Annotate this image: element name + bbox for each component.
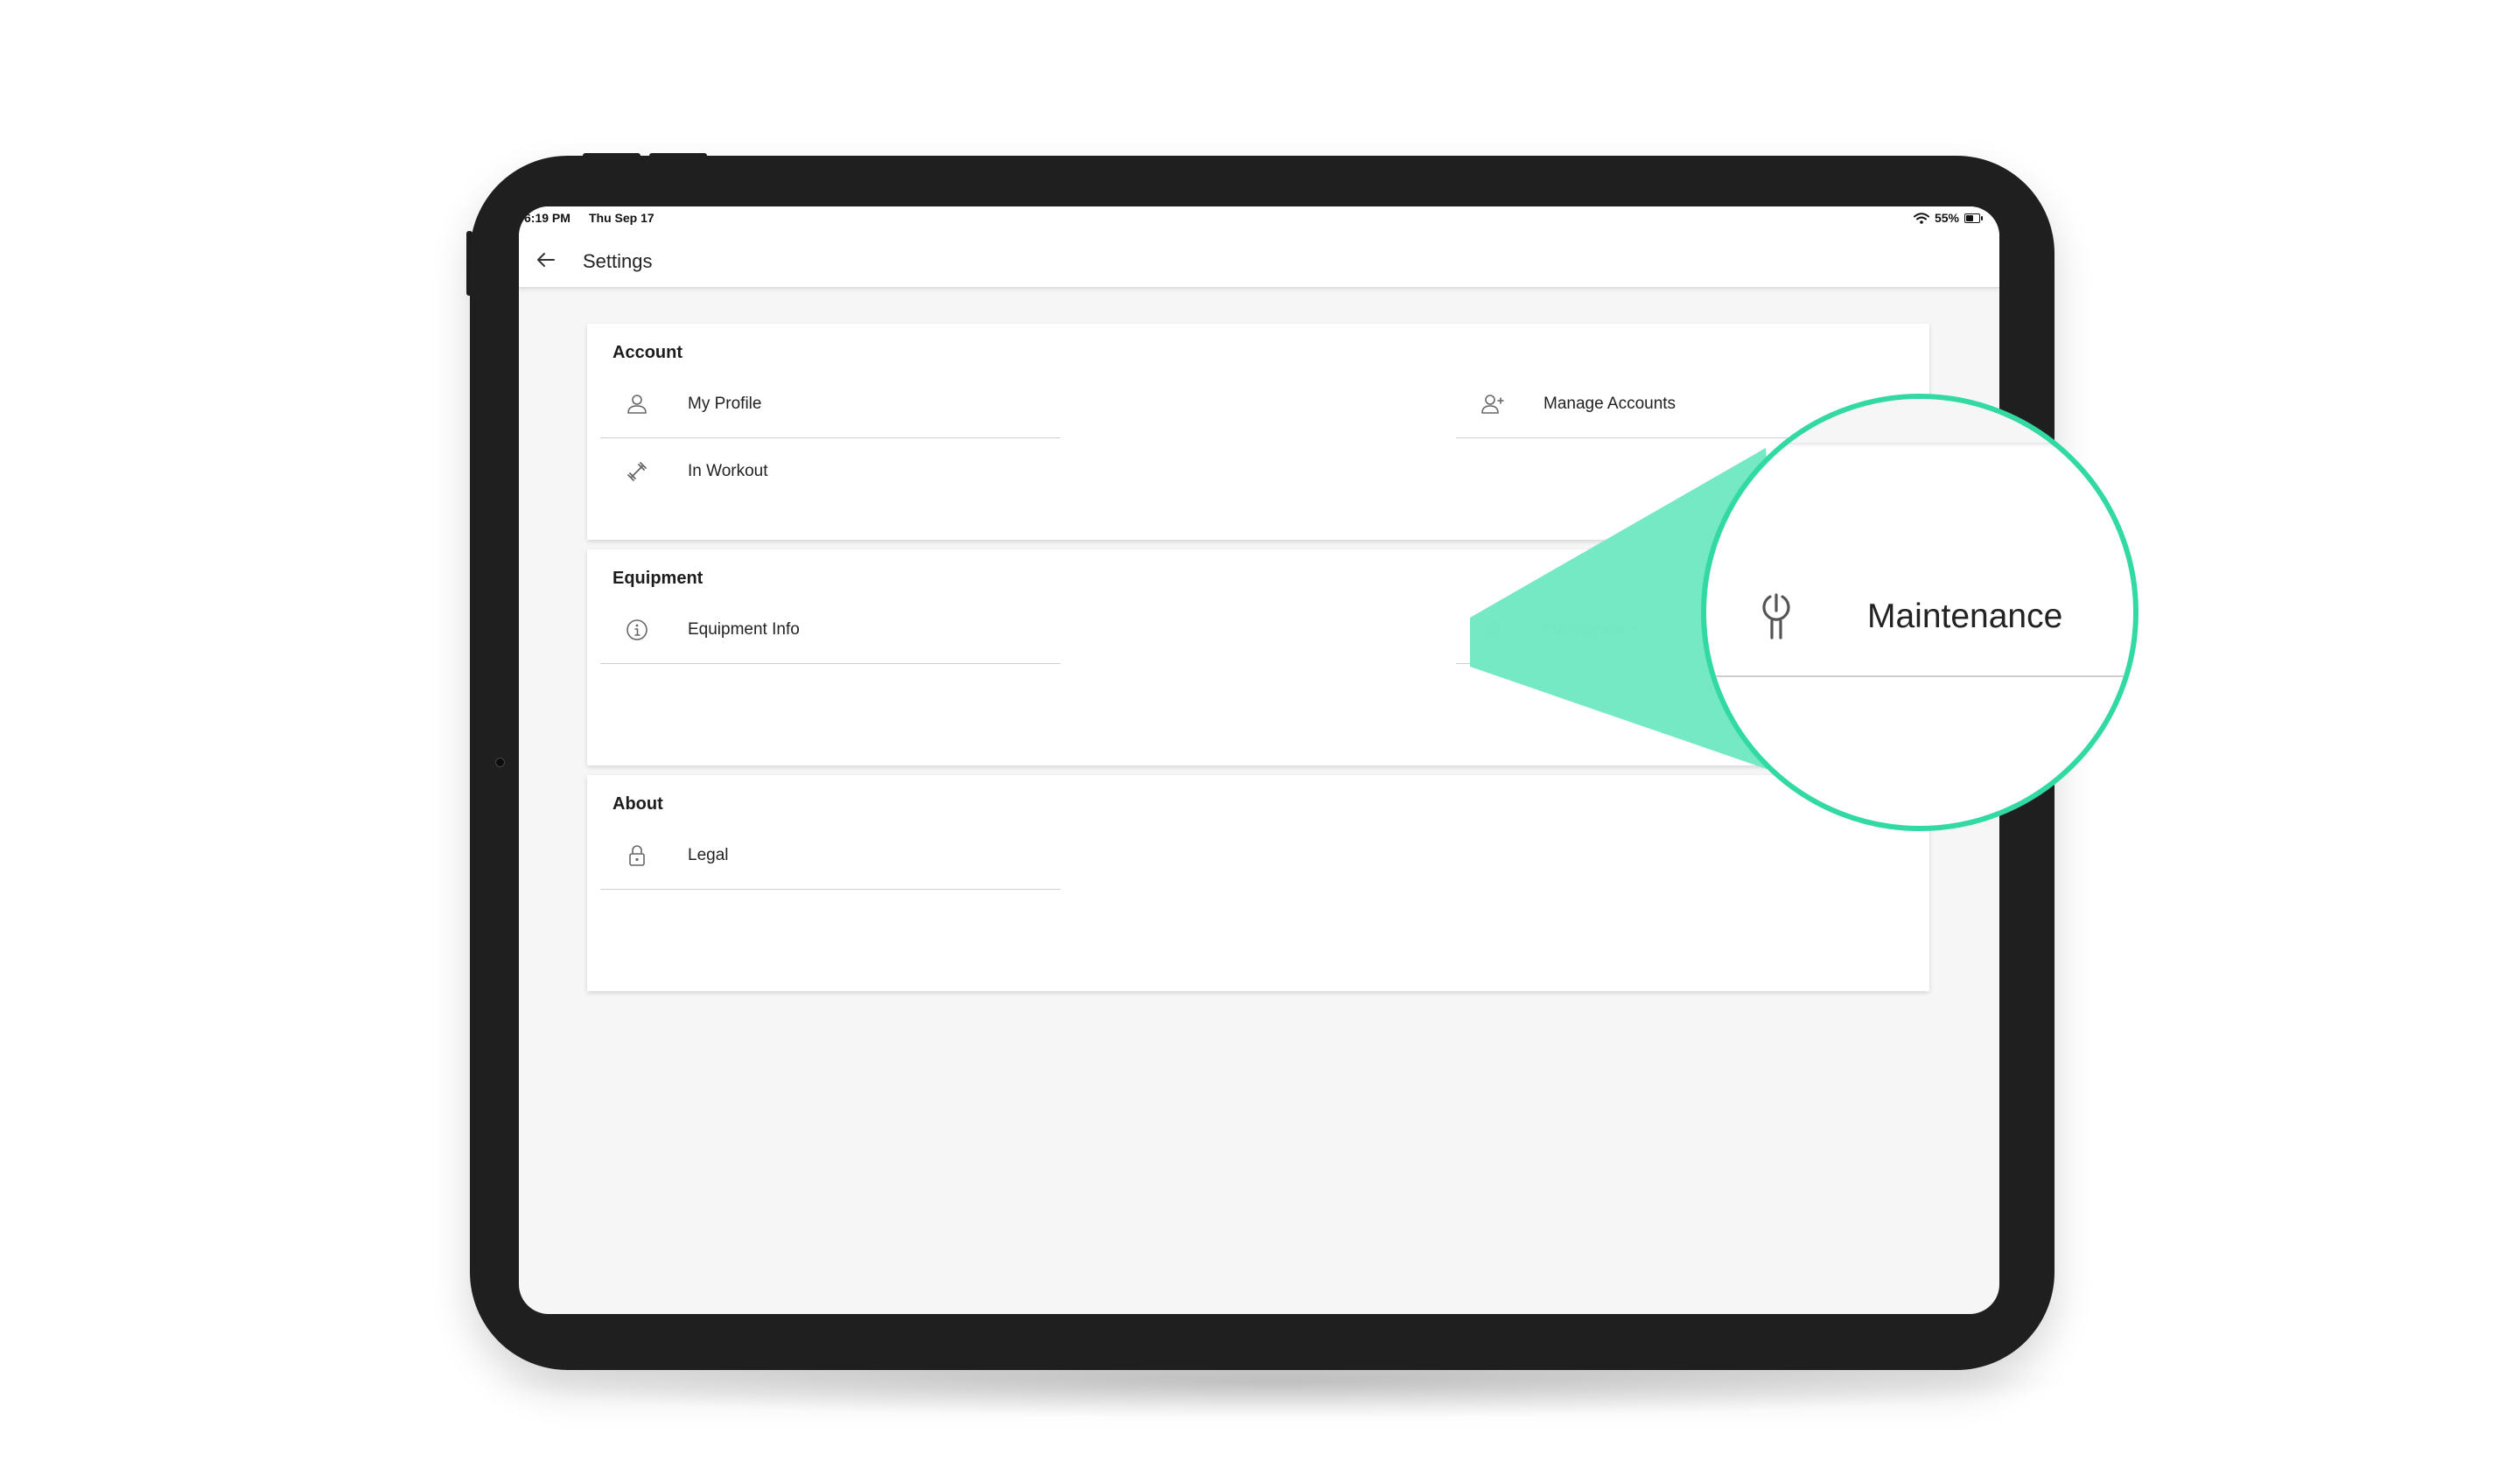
battery-percent: 55% [1934, 211, 1959, 225]
section-about: About Legal [587, 775, 1929, 991]
user-icon [627, 395, 647, 414]
zoom-magnifier: Maintenance [1701, 394, 2138, 831]
wrench-icon [1486, 619, 1500, 640]
battery-icon [1964, 213, 1983, 223]
zoom-background [1706, 399, 2133, 443]
status-time: 6:19 PM [524, 211, 570, 225]
info-icon [626, 619, 648, 640]
dumbbell-icon [627, 462, 647, 481]
settings-item-label: Equipment Info [688, 620, 800, 639]
settings-item-my-profile[interactable]: My Profile [600, 371, 1060, 438]
settings-item-label: In Workout [688, 462, 768, 480]
user-plus-icon [1481, 395, 1504, 414]
settings-item-label: Manage Accounts [1544, 395, 1676, 413]
zoom-label: Maintenance [1867, 598, 2063, 635]
settings-item-label: My Profile [688, 395, 762, 413]
top-navbar: Settings [519, 233, 1999, 289]
section-title: Account [612, 343, 682, 362]
status-right: 55% [1913, 211, 1983, 225]
wrench-icon [1762, 593, 1790, 640]
lock-icon [629, 845, 645, 866]
settings-item-legal[interactable]: Legal [600, 822, 1060, 890]
arrow-left-icon[interactable] [535, 248, 557, 271]
page-title: Settings [583, 250, 653, 272]
zoom-divider [1706, 675, 2133, 677]
settings-item-label: Maintenance [1544, 620, 1639, 639]
front-camera [495, 758, 505, 767]
section-title: About [612, 794, 663, 814]
battery-level [1966, 214, 1973, 221]
status-date: Thu Sep 17 [589, 211, 654, 225]
settings-item-label: Legal [688, 846, 729, 864]
status-bar: 6:19 PM Thu Sep 17 55% [519, 206, 1999, 233]
wifi-icon [1913, 212, 1929, 224]
settings-item-equipment-info[interactable]: Equipment Info [600, 597, 1060, 664]
section-title: Equipment [612, 569, 704, 588]
settings-item-in-workout[interactable]: In Workout [600, 438, 1060, 505]
